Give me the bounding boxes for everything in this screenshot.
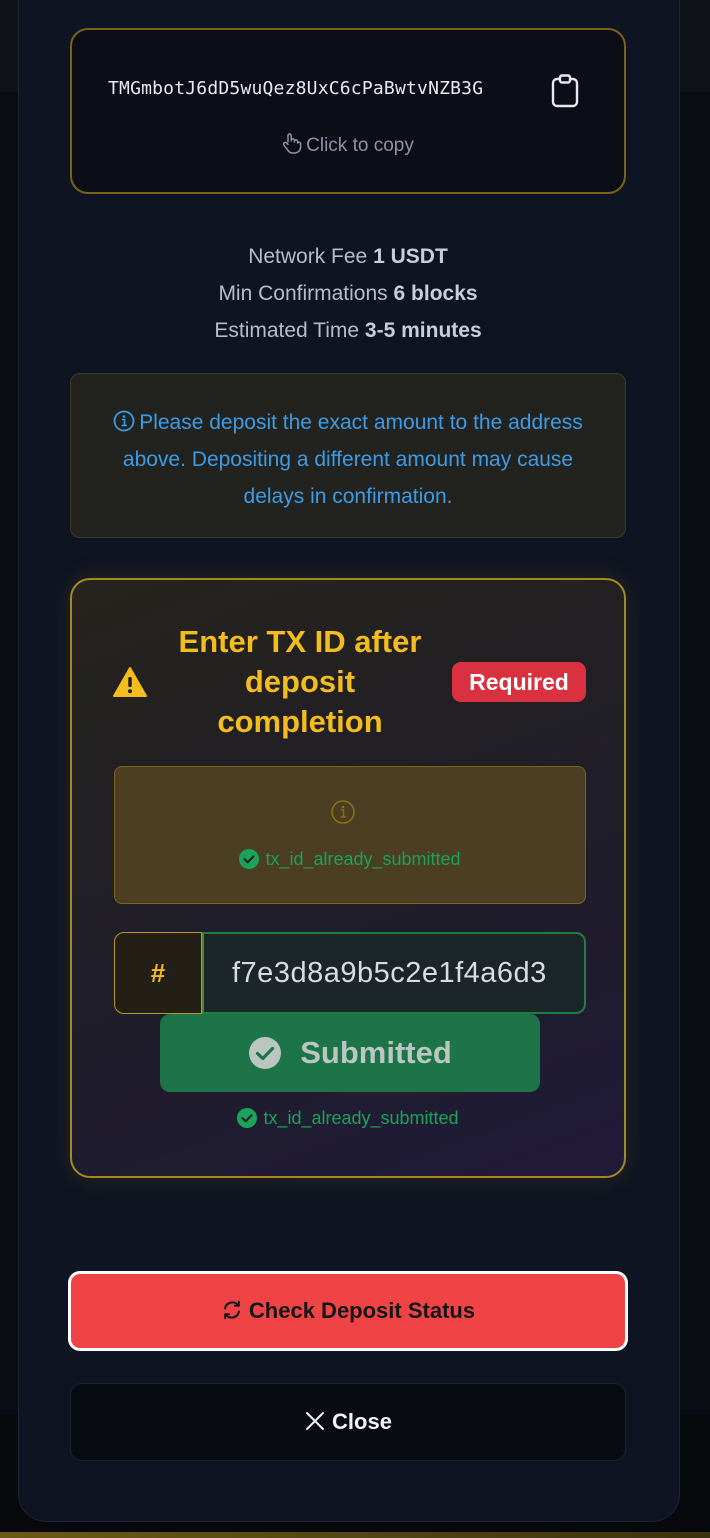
tx-status-panel: tx_id_already_submitted xyxy=(114,766,586,904)
clipboard-icon[interactable] xyxy=(550,74,580,108)
tx-status-message: tx_id_already_submitted xyxy=(115,849,585,870)
check-deposit-status-button[interactable]: Check Deposit Status xyxy=(68,1271,628,1351)
close-button[interactable]: Close xyxy=(70,1383,626,1461)
copy-hint-text: Click to copy xyxy=(306,135,414,156)
tx-submit-status-text: tx_id_already_submitted xyxy=(263,1108,459,1128)
min-confirmations-label: Min Confirmations xyxy=(218,282,388,305)
tx-id-input-group: # xyxy=(114,932,586,1014)
fee-info: Network Fee 1 USDT Min Confirmations 6 b… xyxy=(70,238,626,349)
submitted-label: Submitted xyxy=(300,1035,452,1070)
deposit-notice: Please deposit the exact amount to the a… xyxy=(70,373,626,538)
submitted-button[interactable]: Submitted xyxy=(160,1014,540,1092)
network-fee-row: Network Fee 1 USDT xyxy=(70,238,626,275)
network-fee-value: 1 USDT xyxy=(373,245,448,268)
check-deposit-status-label: Check Deposit Status xyxy=(248,1298,476,1323)
close-icon xyxy=(306,1412,325,1430)
notice-text: Please deposit the exact amount to the a… xyxy=(122,411,583,508)
required-badge: Required xyxy=(452,662,586,702)
tx-id-input[interactable] xyxy=(202,932,586,1014)
check-circle-icon xyxy=(239,849,260,869)
pointer-hand-icon xyxy=(283,133,302,154)
network-fee-label: Network Fee xyxy=(248,245,368,268)
deposit-address-box[interactable]: TMGmbotJ6dD5wuQez8UxC6cPaBwtvNZB3G Click… xyxy=(70,28,626,194)
info-icon xyxy=(113,410,135,432)
check-circle-icon xyxy=(237,1108,258,1128)
tx-id-card: Enter TX ID after deposit completion Req… xyxy=(70,578,626,1178)
tx-status-text: tx_id_already_submitted xyxy=(265,849,461,869)
estimated-time-value: 3-5 minutes xyxy=(364,319,482,342)
hash-prefix: # xyxy=(114,932,202,1014)
close-label: Close xyxy=(332,1409,392,1434)
estimated-time-row: Estimated Time 3-5 minutes xyxy=(70,312,626,349)
tx-section-title: Enter TX ID after deposit completion xyxy=(178,624,422,739)
min-confirmations-row: Min Confirmations 6 blocks xyxy=(70,275,626,312)
info-icon xyxy=(331,800,355,824)
tx-submit-status: tx_id_already_submitted xyxy=(72,1108,624,1129)
warning-icon xyxy=(113,667,147,697)
deposit-address[interactable]: TMGmbotJ6dD5wuQez8UxC6cPaBwtvNZB3G xyxy=(108,78,483,99)
refresh-icon xyxy=(223,1300,240,1320)
estimated-time-label: Estimated Time xyxy=(214,319,360,342)
copy-hint: Click to copy xyxy=(72,132,624,157)
backdrop-gold-line xyxy=(0,1532,710,1538)
check-circle-icon xyxy=(249,1037,282,1069)
min-confirmations-value: 6 blocks xyxy=(393,282,478,305)
